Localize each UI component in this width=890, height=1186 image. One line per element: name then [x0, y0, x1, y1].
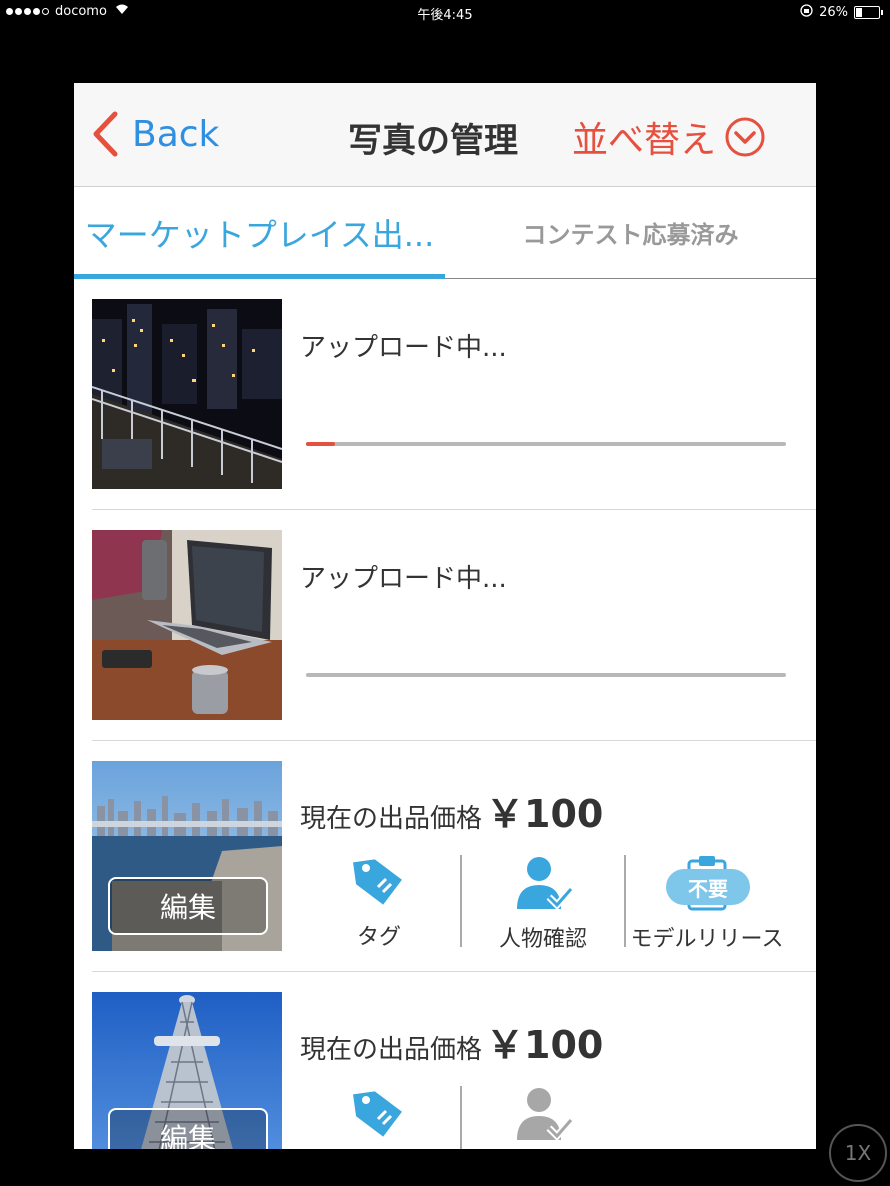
price-info: 現在の出品価格 ￥100 [300, 783, 603, 838]
upload-progress-bar [306, 673, 786, 677]
person-check-action[interactable] [464, 1086, 622, 1149]
chevron-left-icon [93, 111, 118, 157]
photo-thumbnail [92, 299, 282, 489]
battery-fill [856, 8, 862, 17]
price-label: 現在の出品価格 [300, 804, 483, 834]
tab-contest[interactable]: コンテスト応募済み [445, 187, 816, 278]
price-info: 現在の出品価格 ￥100 [300, 1014, 603, 1069]
person-check-action[interactable]: 人物確認 [464, 855, 622, 952]
edit-button[interactable]: 編集 [108, 1108, 268, 1149]
model-release-label: モデルリリース [630, 927, 784, 952]
photo-thumbnail [92, 530, 282, 720]
sort-label: 並べ替え [572, 120, 717, 161]
upload-status: アップロード中... [300, 564, 507, 594]
chevron-down-circle-icon [725, 117, 765, 157]
sort-button[interactable]: 並べ替え [572, 111, 766, 163]
tab-bar: マーケットプレイス出... コンテスト応募済み [74, 187, 816, 279]
action-divider [460, 1086, 462, 1149]
action-divider [624, 855, 626, 947]
zoom-button[interactable]: 1X [829, 1124, 887, 1182]
tag-icon [353, 1091, 402, 1137]
battery-icon [854, 6, 883, 19]
tag-icon [353, 859, 402, 905]
back-label: Back [132, 113, 220, 155]
upload-status: アップロード中... [300, 333, 507, 363]
upload-progress-fill [306, 442, 335, 446]
list-item[interactable]: 編集 現在の出品価格 ￥100 タグ 人物確認 不要 モデルリリース [74, 741, 816, 972]
tag-action[interactable]: タグ [300, 855, 458, 950]
person-check-icon [517, 857, 573, 911]
back-button[interactable]: Back [92, 111, 219, 157]
navigation-bar: Back 写真の管理 並べ替え [74, 83, 816, 187]
page-title: 写真の管理 [348, 121, 518, 161]
person-check-label: 人物確認 [498, 927, 587, 952]
price-label: 現在の出品価格 [300, 1035, 483, 1065]
edit-button[interactable]: 編集 [108, 877, 268, 935]
photo-thumbnail: 編集 [92, 992, 282, 1149]
status-time: 午後4:45 [417, 8, 473, 23]
tag-action[interactable] [300, 1086, 458, 1149]
person-check-icon [517, 1088, 573, 1142]
list-item[interactable]: アップロード中... [74, 279, 816, 510]
tag-label: タグ [356, 925, 401, 950]
app-window: Back 写真の管理 並べ替え マーケットプレイス出... コンテスト応募済み [74, 83, 816, 1149]
list-item[interactable]: アップロード中... [74, 510, 816, 741]
model-release-action[interactable]: 不要 モデルリリース [628, 855, 786, 952]
list-item[interactable]: 編集 現在の出品価格 ￥100 [74, 972, 816, 1149]
price-value: ￥100 [486, 792, 604, 836]
tab-marketplace[interactable]: マーケットプレイス出... [74, 187, 445, 278]
price-value: ￥100 [486, 1023, 604, 1067]
battery-percent: 26% [819, 5, 848, 20]
photo-thumbnail: 編集 [92, 761, 282, 951]
status-bar: docomo 午後4:45 26% [0, 0, 890, 24]
action-divider [460, 855, 462, 947]
upload-progress-bar [306, 442, 786, 446]
action-group: タグ 人物確認 不要 モデルリリース [300, 855, 788, 952]
action-group [300, 1086, 788, 1149]
not-required-badge: 不要 [666, 869, 750, 905]
orientation-lock-icon [800, 4, 813, 21]
